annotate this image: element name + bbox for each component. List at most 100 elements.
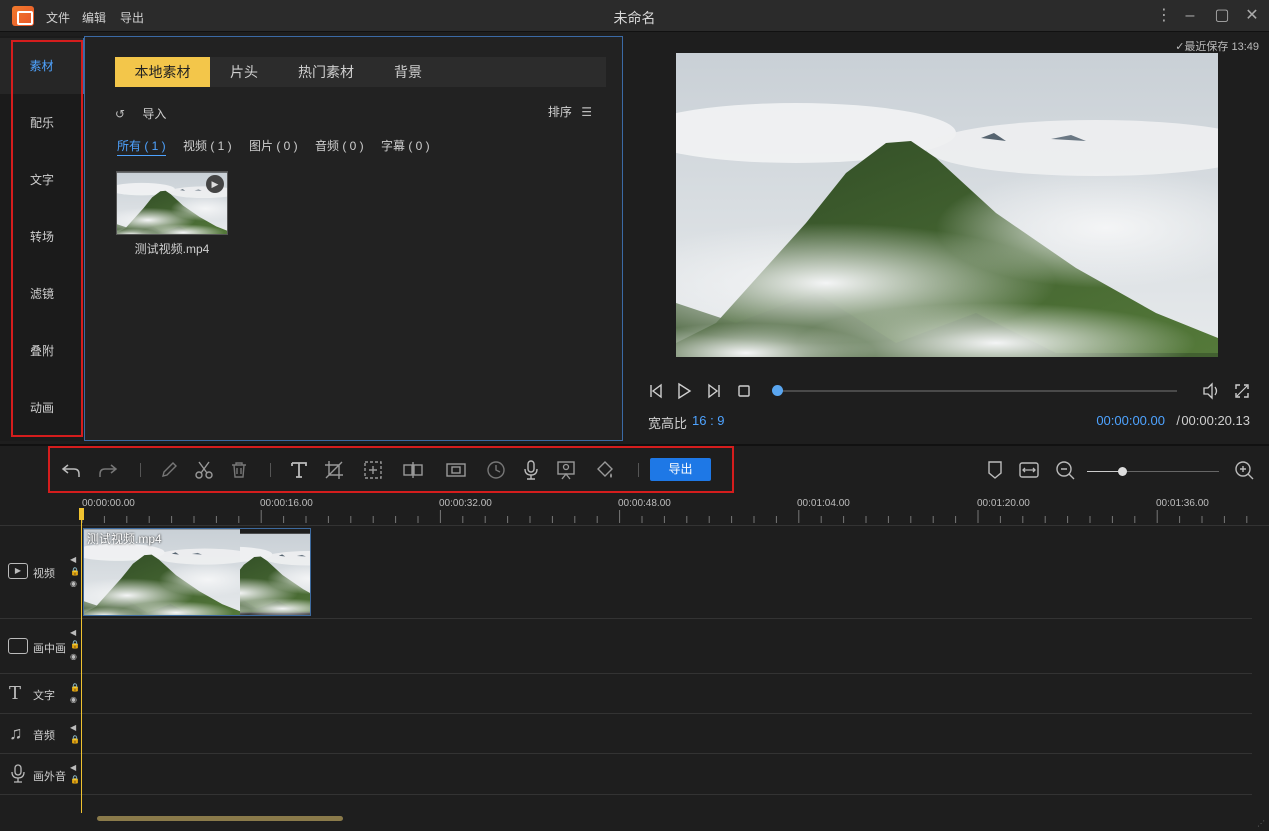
edit-toolbar: 导出 <box>0 444 1269 496</box>
sidebar-item-transition[interactable]: 转场 <box>0 209 84 265</box>
marker-icon[interactable] <box>984 459 1008 483</box>
filter-subtitle[interactable]: 字幕 ( 0 ) <box>381 137 430 154</box>
filter-all[interactable]: 所有 ( 1 ) <box>117 137 166 156</box>
stop-icon[interactable] <box>735 382 753 403</box>
text-track-icon: T <box>9 683 22 704</box>
delete-icon[interactable] <box>228 459 252 483</box>
toolbar-divider <box>140 463 141 477</box>
aspect-ratio-value[interactable]: 16 : 9 <box>692 413 725 428</box>
tab-hot-media[interactable]: 热门素材 <box>283 57 369 87</box>
speed-icon[interactable] <box>485 459 509 483</box>
track-controls[interactable]: ◀ 🔒 <box>70 762 80 786</box>
cut-icon[interactable] <box>193 459 217 483</box>
text-icon[interactable] <box>288 459 312 483</box>
track-label: 画外音 <box>33 771 66 783</box>
preview-image <box>676 53 1218 357</box>
saved-time: 最近保存 13:49 <box>1184 41 1259 53</box>
ruler-ticks <box>81 510 1248 523</box>
playhead-handle[interactable] <box>79 508 84 520</box>
fit-timeline-icon[interactable] <box>1018 459 1042 483</box>
mosaic-icon[interactable] <box>362 459 386 483</box>
toolbar-divider <box>270 463 271 477</box>
split-icon[interactable] <box>402 459 426 483</box>
pip-track-icon <box>8 638 28 654</box>
app-logo-icon <box>12 6 34 26</box>
sidebar-item-overlay[interactable]: 叠附 <box>0 323 84 379</box>
menu-export[interactable]: 导出 <box>120 9 144 26</box>
fullscreen-icon[interactable] <box>1233 382 1251 403</box>
more-options-icon[interactable]: ⋮ <box>1154 6 1174 26</box>
clip-name: 测试视频.mp4 <box>87 532 162 546</box>
prev-frame-icon[interactable] <box>647 382 665 403</box>
preview-video[interactable] <box>676 53 1218 357</box>
sort-list-icon: ☰ <box>581 105 592 119</box>
color-icon[interactable] <box>594 459 618 483</box>
track-controls[interactable]: ◀ 🔒 ◉ <box>70 627 80 663</box>
window-title: 未命名 <box>613 10 656 26</box>
play-icon[interactable] <box>675 382 693 403</box>
minimize-icon[interactable]: – <box>1180 6 1200 26</box>
total-time: 00:00:20.13 <box>1181 413 1250 428</box>
menu-edit[interactable]: 编辑 <box>82 9 106 26</box>
maximize-icon[interactable]: ▢ <box>1212 6 1232 26</box>
aspect-ratio-label: 宽高比 <box>648 416 688 431</box>
screen-record-icon[interactable] <box>555 459 579 483</box>
sidebar-item-filter[interactable]: 滤镜 <box>0 266 84 322</box>
sidebar-item-music[interactable]: 配乐 <box>0 95 84 151</box>
tab-background[interactable]: 背景 <box>379 57 437 87</box>
zoom-in-icon[interactable] <box>1233 459 1257 483</box>
save-status: ✓最近保存 13:49 <box>1175 38 1259 54</box>
tab-local-media[interactable]: 本地素材 <box>115 57 210 87</box>
track-label: 音频 <box>33 730 55 742</box>
close-icon[interactable]: ✕ <box>1242 6 1262 26</box>
timeline-horizontal-scrollbar[interactable] <box>97 816 343 821</box>
track-controls[interactable]: 🔒 ◉ <box>70 682 80 706</box>
filter-audio[interactable]: 音频 ( 0 ) <box>315 137 364 154</box>
playhead-line[interactable] <box>81 508 82 813</box>
track-label: 视频 <box>33 568 55 580</box>
track-text: T 文字 🔒 ◉ <box>0 674 1252 714</box>
volume-icon[interactable] <box>1201 382 1221 403</box>
timeline-ruler[interactable]: 00:00:00.00 00:00:16.00 00:00:32.00 00:0… <box>0 496 1269 526</box>
category-sidebar: 素材 配乐 文字 转场 滤镜 叠附 动画 <box>0 36 84 441</box>
edit-icon[interactable] <box>158 459 182 483</box>
track-controls[interactable]: ◀ 🔒 <box>70 722 80 746</box>
next-frame-icon[interactable] <box>705 382 723 403</box>
resize-grip-icon[interactable]: ⋰ <box>1257 819 1265 828</box>
filter-image[interactable]: 图片 ( 0 ) <box>249 137 298 154</box>
current-time: 00:00:00.00 <box>1096 413 1165 428</box>
undo-icon[interactable] <box>60 459 84 483</box>
zoom-slider-knob[interactable] <box>1118 467 1127 476</box>
microphone-track-icon <box>11 764 25 783</box>
playback-progress-knob[interactable] <box>772 385 783 396</box>
track-voiceover: 画外音 ◀ 🔒 <box>0 754 1252 795</box>
preview-panel: ✓最近保存 13:49 宽高比 16 : 9 00:00:00.00 / 00:… <box>627 36 1269 441</box>
toolbar-divider <box>638 463 639 477</box>
media-thumbnail[interactable]: ▶ <box>116 171 228 235</box>
redo-icon[interactable] <box>97 459 121 483</box>
timeline-video-clip[interactable]: 测试视频.mp4 <box>83 528 311 616</box>
export-button[interactable]: 导出 <box>650 458 711 481</box>
tab-intro[interactable]: 片头 <box>215 57 273 87</box>
import-button[interactable]: ↺ 导入 <box>115 105 166 122</box>
crop-icon[interactable] <box>323 459 347 483</box>
sidebar-item-text[interactable]: 文字 <box>0 152 84 208</box>
sidebar-item-media[interactable]: 素材 <box>0 38 84 94</box>
sidebar-item-animation[interactable]: 动画 <box>0 380 84 436</box>
clip-frame-thumbnail <box>240 533 310 615</box>
title-bar: 文件 编辑 导出 未命名 ⋮ – ▢ ✕ <box>0 0 1269 32</box>
filter-video[interactable]: 视频 ( 1 ) <box>183 137 232 154</box>
playback-progress-track[interactable] <box>777 390 1177 392</box>
track-pip: 画中画 ◀ 🔒 ◉ <box>0 619 1252 674</box>
media-library-panel: 本地素材 片头 热门素材 背景 ↺ 导入 排序 ☰ 所有 ( 1 ) 视频 ( … <box>84 36 623 441</box>
track-label: 画中画 <box>33 643 66 655</box>
menu-file[interactable]: 文件 <box>46 9 70 26</box>
sort-button[interactable]: 排序 ☰ <box>548 103 592 120</box>
time-separator: / <box>1176 413 1180 428</box>
zoom-out-icon[interactable] <box>1054 459 1078 483</box>
music-track-icon: ♫ <box>9 723 23 743</box>
voice-icon[interactable] <box>520 459 544 483</box>
track-controls[interactable]: ◀ 🔒 ◉ <box>70 554 80 590</box>
freeze-icon[interactable] <box>445 459 469 483</box>
import-label: 导入 <box>142 107 167 121</box>
